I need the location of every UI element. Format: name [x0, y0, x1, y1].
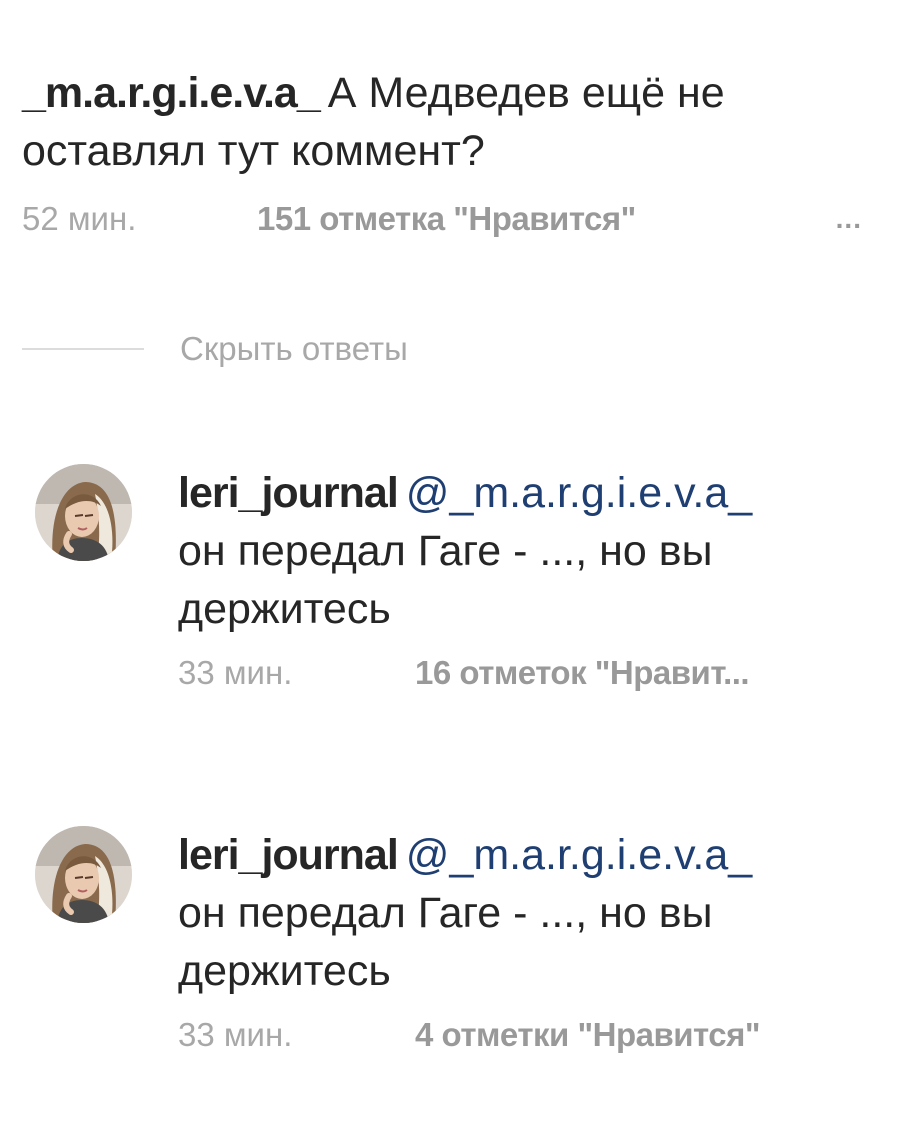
reply-time: 33 мин. [178, 1016, 293, 1053]
comment: _m.a.r.g.i.e.v.a_ А Медведев ещё не остав… [22, 64, 882, 242]
reply-body: leri_journal @_m.a.r.g.i.e.v.a_ он передал… [178, 464, 878, 696]
comment-username[interactable]: _m.a.r.g.i.e.v.a_ [22, 69, 321, 117]
comment-meta: 52 мин. 151 отметка "Нравится" ... [22, 196, 882, 242]
reply-likes[interactable]: 4 отметки "Нравится" [415, 1016, 761, 1054]
reply-meta: 33 мин. 16 отметок "Нравит... [178, 650, 878, 696]
reply-text-block: leri_journal @_m.a.r.g.i.e.v.a_ он передал… [178, 826, 878, 1000]
reply-time: 33 мин. [178, 654, 293, 691]
reply-meta: 33 мин. 4 отметки "Нравится" [178, 1012, 878, 1058]
avatar[interactable] [35, 826, 132, 923]
reply-text: он передал Гаге - ..., но вы держитесь [178, 527, 713, 633]
avatar-image [35, 464, 132, 561]
reply-username[interactable]: leri_journal [178, 469, 399, 517]
hide-replies-divider [22, 348, 144, 350]
hide-replies-button[interactable]: Скрыть ответы [22, 330, 408, 368]
reply-mention[interactable]: @_m.a.r.g.i.e.v.a_ [406, 469, 752, 517]
reply-body: leri_journal @_m.a.r.g.i.e.v.a_ он передал… [178, 826, 878, 1058]
more-options-button[interactable]: ... [836, 203, 862, 235]
avatar[interactable] [35, 464, 132, 561]
reply-text-block: leri_journal @_m.a.r.g.i.e.v.a_ он передал… [178, 464, 878, 638]
avatar-image [35, 826, 132, 923]
comment-time: 52 мин. [22, 200, 137, 237]
hide-replies-label: Скрыть ответы [180, 330, 408, 367]
reply-mention[interactable]: @_m.a.r.g.i.e.v.a_ [406, 831, 752, 879]
comment-text-block: _m.a.r.g.i.e.v.a_ А Медведев ещё не остав… [22, 64, 882, 180]
reply-username[interactable]: leri_journal [178, 831, 399, 879]
comment-likes[interactable]: 151 отметка "Нравится" [257, 200, 636, 238]
reply-text: он передал Гаге - ..., но вы держитесь [178, 889, 713, 995]
reply-likes[interactable]: 16 отметок "Нравит... [415, 654, 750, 692]
